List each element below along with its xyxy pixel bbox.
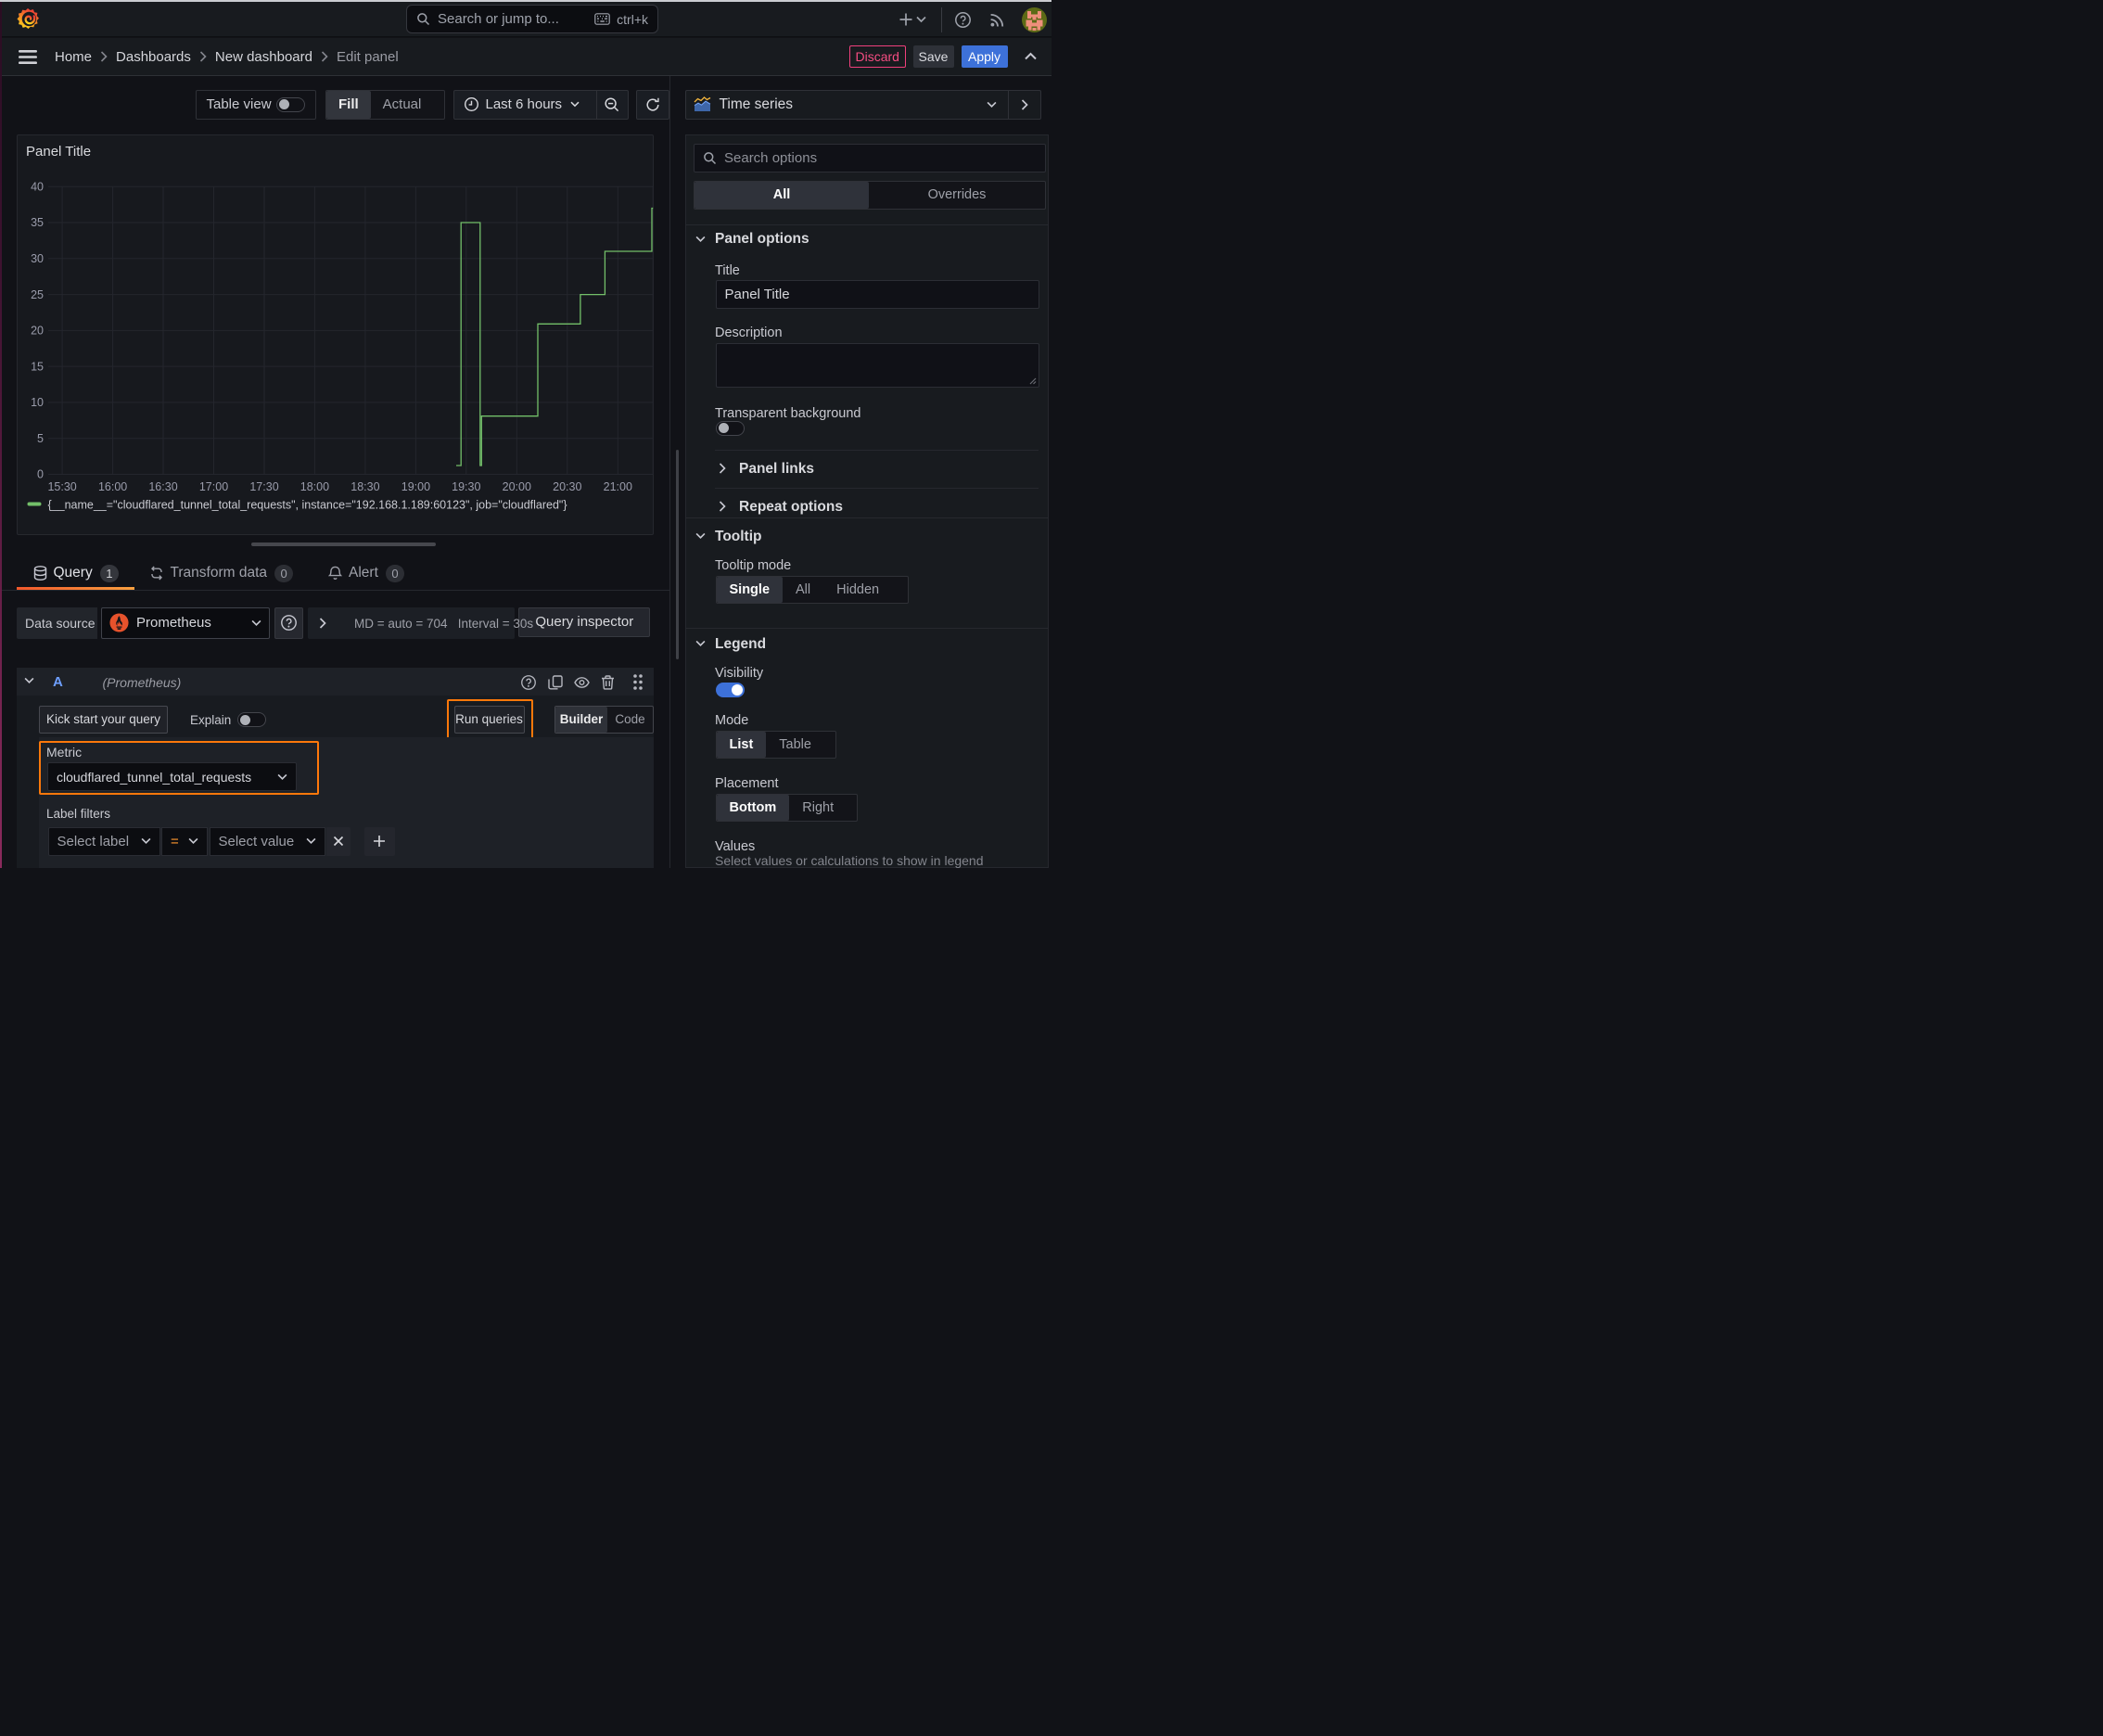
- svg-text:21:00: 21:00: [603, 480, 631, 493]
- svg-text:5: 5: [37, 432, 44, 445]
- svg-text:15: 15: [31, 360, 44, 373]
- svg-text:18:00: 18:00: [300, 480, 328, 493]
- svg-text:25: 25: [31, 288, 44, 301]
- svg-text:40: 40: [31, 180, 44, 193]
- svg-text:20:30: 20:30: [553, 480, 581, 493]
- svg-text:18:30: 18:30: [350, 480, 379, 493]
- svg-text:10: 10: [31, 396, 44, 409]
- svg-text:20:00: 20:00: [502, 480, 530, 493]
- svg-text:35: 35: [31, 216, 44, 229]
- svg-text:30: 30: [31, 252, 44, 265]
- svg-text:{__name__="cloudflared_tunnel_: {__name__="cloudflared_tunnel_total_requ…: [47, 499, 567, 512]
- svg-text:15:30: 15:30: [47, 480, 76, 493]
- svg-text:19:30: 19:30: [452, 480, 480, 493]
- svg-text:17:00: 17:00: [198, 480, 227, 493]
- svg-text:20: 20: [31, 325, 44, 338]
- svg-text:0: 0: [37, 468, 44, 481]
- svg-text:17:30: 17:30: [249, 480, 278, 493]
- svg-text:16:00: 16:00: [97, 480, 126, 493]
- svg-text:19:00: 19:00: [401, 480, 429, 493]
- svg-text:16:30: 16:30: [148, 480, 177, 493]
